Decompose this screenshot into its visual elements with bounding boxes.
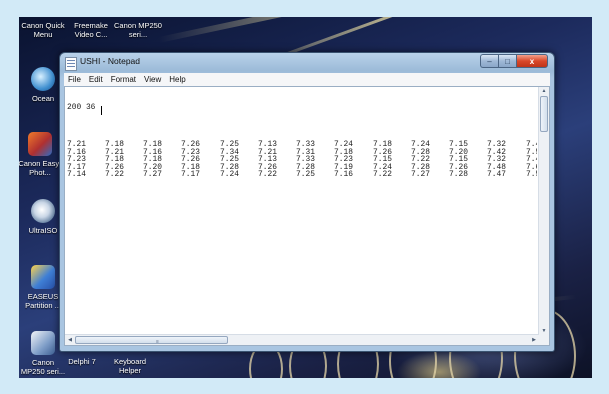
- ultraiso-icon: [31, 199, 55, 223]
- menu-view[interactable]: View: [140, 75, 165, 84]
- desktop-icon-freemake[interactable]: Freemake Video C...: [71, 21, 111, 39]
- close-button[interactable]: x: [516, 54, 548, 68]
- document-text[interactable]: 200 36 7.21 7.18 7.18 7.26 7.25 7.13 7.33 7.24 7…: [67, 89, 537, 333]
- scroll-down-arrow-icon[interactable]: ▼: [539, 327, 549, 335]
- window-controls: – □ x: [480, 54, 548, 68]
- value-cell: 7.27: [411, 170, 430, 180]
- window-title: USHI - Notepad: [80, 56, 140, 66]
- value-cell: 7.27: [143, 170, 162, 180]
- desktop-icon-canon-easy-photo[interactable]: Canon Easy-Phot...: [19, 132, 63, 177]
- value-cell: 7.28: [449, 170, 468, 180]
- value-cell: 7.22: [258, 170, 277, 180]
- data-rows: 7.21 7.18 7.18 7.26 7.25 7.13 7.33 7.24 7.18 7.24…: [67, 141, 537, 179]
- text-line: 200 36: [67, 103, 96, 113]
- scrollbar-corner: [539, 335, 549, 345]
- desktop-icon-label: Keyboard Helper: [113, 357, 147, 375]
- desktop-icon-canon-mp250[interactable]: Canon MP250 seri...: [114, 21, 162, 39]
- menu-format[interactable]: Format: [107, 75, 140, 84]
- desktop-icon-delphi[interactable]: Delphi 7: [59, 357, 105, 366]
- menu-file[interactable]: File: [64, 75, 85, 84]
- value-cell: 7.25: [296, 170, 315, 180]
- canon-easy-photo-icon: [28, 132, 52, 156]
- vertical-scrollbar[interactable]: ▲ ▼: [538, 87, 549, 335]
- value-cell: 7.22: [373, 170, 392, 180]
- vertical-scroll-thumb[interactable]: [540, 96, 548, 132]
- scroll-up-arrow-icon[interactable]: ▲: [539, 87, 549, 95]
- easeus-partition-icon: [31, 265, 55, 289]
- value-cell: 7.16: [334, 170, 353, 180]
- desktop-icon-label: Delphi 7: [68, 357, 96, 366]
- desktop: Canon Quick Menu Freemake Video C... Can…: [19, 17, 592, 378]
- canon-mp250-icon: [31, 331, 55, 355]
- desktop-icon-label: Canon MP250 seri...: [114, 21, 162, 39]
- horizontal-scroll-thumb[interactable]: ≡: [75, 336, 228, 345]
- menu-edit[interactable]: Edit: [85, 75, 107, 84]
- desktop-icon-label: Canon Quick Menu: [21, 21, 65, 39]
- desktop-icon-keyboard-helper[interactable]: Keyboard Helper: [109, 357, 151, 375]
- desktop-icon-canon-quick-menu[interactable]: Canon Quick Menu: [21, 21, 65, 39]
- value-cell: 7.22: [105, 170, 124, 180]
- menu-bar: File Edit Format View Help: [64, 73, 550, 86]
- horizontal-scrollbar[interactable]: ◀ ≡ ▶: [65, 334, 539, 345]
- scroll-grip-icon: ≡: [156, 339, 159, 345]
- text-line: 7.14 7.22 7.27 7.17 7.24 7.22 7.25 7.16 7.22 7.27…: [67, 171, 537, 179]
- value-cell: 7.14: [67, 170, 86, 180]
- text-editor-area[interactable]: 200 36 7.21 7.18 7.18 7.26 7.25 7.13 7.33 7.24 7…: [64, 86, 550, 346]
- desktop-icon-label: Ocean: [31, 94, 55, 103]
- notepad-window: USHI - Notepad – □ x File Edit Format View H…: [59, 52, 555, 352]
- minimize-button[interactable]: –: [480, 54, 498, 68]
- desktop-icon-label: UltraISO: [28, 226, 58, 235]
- value-cell: 7.17: [181, 170, 200, 180]
- desktop-icon-label: Freemake Video C...: [74, 21, 108, 39]
- value-cell: 7.24: [220, 170, 239, 180]
- scroll-right-arrow-icon[interactable]: ▶: [529, 336, 539, 344]
- value-cell: 7.47: [487, 170, 506, 180]
- menu-help[interactable]: Help: [165, 75, 189, 84]
- scroll-left-arrow-icon[interactable]: ◀: [65, 336, 75, 344]
- desktop-icon-label: Canon Easy-Phot...: [19, 159, 62, 177]
- maximize-button[interactable]: □: [498, 54, 516, 68]
- notepad-icon: [65, 57, 77, 71]
- ocean-icon: [31, 67, 55, 91]
- value-cell: 7.5: [526, 170, 537, 180]
- text-caret: [101, 106, 102, 115]
- title-bar[interactable]: USHI - Notepad – □ x: [60, 53, 554, 73]
- desktop-icon-label: EASEUS Partition ...: [25, 292, 61, 310]
